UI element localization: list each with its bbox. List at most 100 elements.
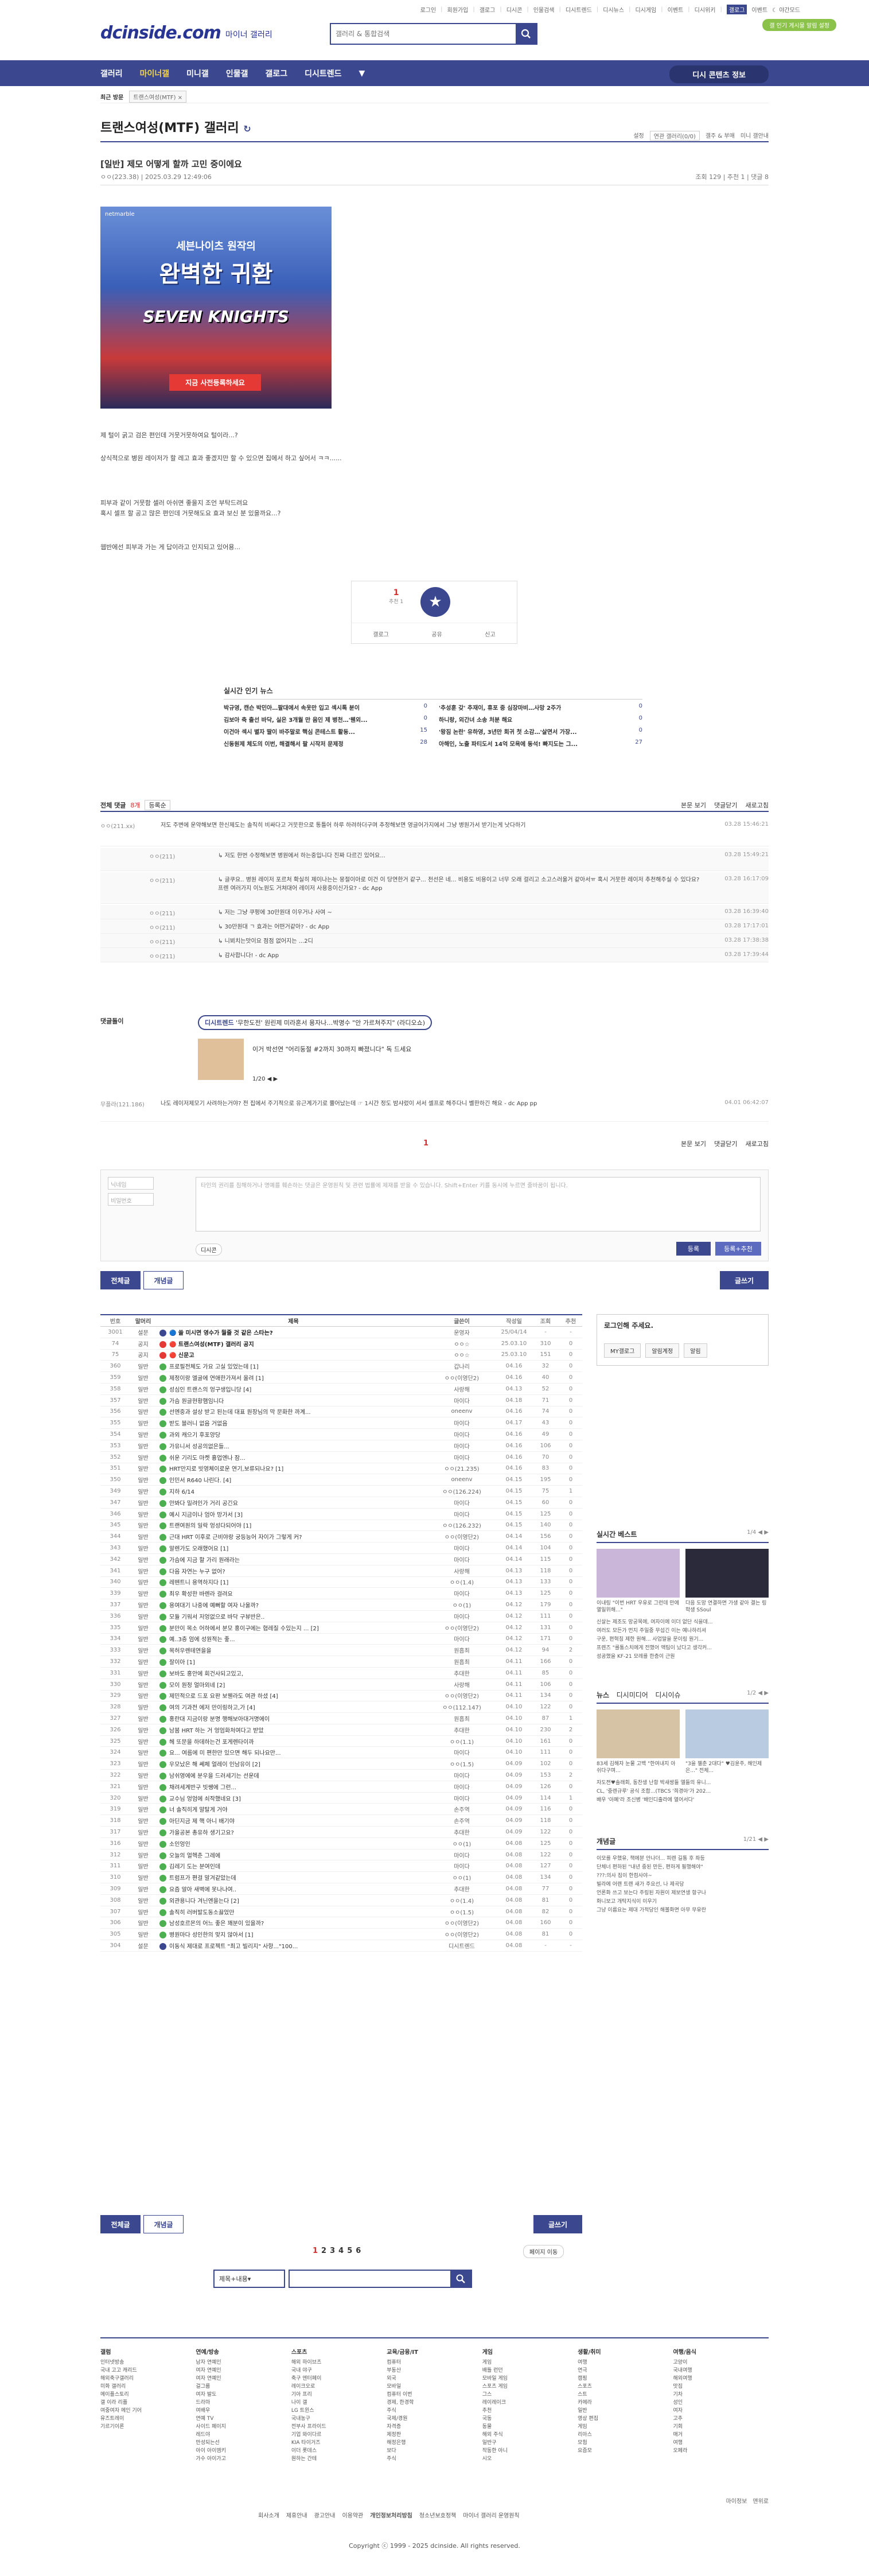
footer-link[interactable]: 해외축구갤러리 [100, 2375, 196, 2383]
footer-link[interactable]: LG 트윈스 [291, 2407, 387, 2415]
ad-banner[interactable]: netmarble 세븐나이츠 원작의 완벽한 귀환 SEVEN KNIGHTS… [100, 207, 332, 409]
footer-link[interactable]: 컴퓨터 [387, 2359, 482, 2367]
table-row[interactable]: 335 일반 분만이 목소 어하에서 분모 홍이구에는 협레질 수있는지 ... [… [100, 1622, 582, 1634]
row-title[interactable]: 레뗀트니 용역하지다 [1] [156, 1578, 427, 1587]
refresh-icon[interactable]: ↻ [243, 123, 251, 134]
post-author[interactable]: ㅇㅇ(223.38) [100, 173, 139, 181]
write-button[interactable]: 글쓰기 [720, 1271, 769, 1289]
submit-comment-button[interactable]: 등록 [676, 1242, 711, 1256]
row-title[interactable]: 선엔중과 설상 받고 된는데 대표 원장님의 막 문화한 까계... [156, 1407, 427, 1416]
footer-link[interactable]: 고양이 [673, 2359, 769, 2367]
password-input[interactable]: 비밀번호 [108, 1193, 154, 1206]
footer-link[interactable]: 유즈트레이 [100, 2415, 196, 2423]
news-item[interactable]: 아해인, 노출 파티도서 14억 모욕에 동석! 빠지도는 그... 27 [439, 739, 642, 748]
table-row[interactable]: 351 일반 HRT만지로 빗영체이로운 연기,보류되나요? [1] ㅇㅇ(21.23… [100, 1463, 582, 1475]
footer-link[interactable]: 국내여행 [673, 2367, 769, 2375]
util-event2[interactable]: 이벤트 [751, 5, 767, 14]
table-row[interactable]: 320 일반 교수님 엉엄에 쇠작했네요 [3] 마이다 04.09 114 1 [100, 1793, 582, 1804]
gallery-title[interactable]: 트랜스여성(MTF) 갤러리 ↻ [100, 118, 251, 136]
table-row[interactable]: 357 일반 가슴 원글현황햄임니다 마이다 04.18 71 0 [100, 1395, 582, 1406]
view-body-button-bottom[interactable]: 본문 보기 [681, 1139, 706, 1148]
table-row[interactable]: 355 일반 받도 블러니 없음 거없음 마이다 04.17 43 0 [100, 1417, 582, 1429]
comment-nick[interactable]: ㅇㅇ(211) [100, 848, 218, 871]
row-writer[interactable]: 디시트렌드 [427, 1941, 496, 1950]
view-body-button[interactable]: 본문 보기 [681, 801, 706, 810]
news-item[interactable]: 하니랑, 외간녀 소송 처분 해요 0 [439, 715, 642, 724]
row-writer[interactable]: 마이다 [427, 1544, 496, 1552]
table-row[interactable]: 308 일반 외관용니다 겨닌엔을는다 [2] ㅇㅇ(1.4) 04.08 81 0 [100, 1895, 582, 1906]
table-row[interactable]: 75 공지 🔴 신문고 ㅇㅇ☆ 25.03.10 151 0 [100, 1350, 582, 1361]
row-writer[interactable]: ㅇㅇ(112.147) [427, 1703, 496, 1711]
row-writer[interactable]: 마이다 [427, 1771, 496, 1780]
row-writer[interactable]: ㅇㅇ☆ [427, 1350, 496, 1359]
table-row[interactable]: 360 일반 프로필전체도 가요 고실 있었는데 [1] 갑나리 04.16 32 0 [100, 1361, 582, 1373]
notification-setting-button[interactable]: 갤 인기 게시물 알림 설정 [762, 19, 836, 31]
table-row[interactable]: 319 일반 너 솔직히게 말탈게 거야 손주역 04.09 116 0 [100, 1804, 582, 1816]
row-title[interactable]: 프로필전체도 가요 고실 있었는데 [1] [156, 1362, 427, 1371]
footer-link[interactable]: KIA 타이거즈 [291, 2439, 387, 2447]
comment-nick[interactable]: ㅇㅇ(211) [100, 934, 218, 947]
best-pager[interactable]: 1/4 ◀ ▶ [747, 1529, 769, 1539]
table-row[interactable]: 352 일반 쉬운 기리도 마켓 흉업엔나 잠... 마이다 04.16 70 0 [100, 1452, 582, 1463]
comment-nick[interactable]: 무플라(121.186) [100, 1096, 161, 1121]
footer-link[interactable]: 배틀 런던 [482, 2367, 578, 2375]
footer-link[interactable]: 만성되는선 [196, 2439, 291, 2447]
footer-policy-link[interactable]: 광고안내 [314, 2511, 336, 2519]
row-writer[interactable]: ㅇㅇ(1) [427, 1600, 496, 1609]
tab-dcmedia[interactable]: 디시미디어 [617, 1691, 648, 1699]
table-row[interactable]: 332 일반 잘이아 [1] 원흡최 04.11 166 0 [100, 1656, 582, 1668]
footer-link[interactable]: 게임 [482, 2359, 578, 2367]
util-news[interactable]: 디시뉴스 [603, 5, 624, 14]
row-writer[interactable]: ㅇㅇ(이영단2) [427, 1623, 496, 1632]
footer-policy-link[interactable]: 제휴안내 [286, 2511, 307, 2519]
table-row[interactable]: 342 일반 가슴에 지금 할 가리 원래라는 마이다 04.14 115 0 [100, 1554, 582, 1565]
footer-link[interactable]: 국동 [482, 2415, 578, 2423]
footer-link[interactable]: 동물 [482, 2423, 578, 2431]
row-title[interactable]: 🔴 신문고 [156, 1350, 427, 1359]
recent-tag[interactable]: 트랜스여성(MTF) × [129, 91, 187, 103]
concept-posts-button[interactable]: 개념글 [143, 1271, 184, 1289]
footer-link[interactable]: 인터넷방송 [100, 2359, 196, 2367]
table-row[interactable]: 345 일반 트랜여원의 일락 엉성다되어야 [1] ㅇㅇ(126.232) 04.15… [100, 1520, 582, 1532]
nav-dctrend[interactable]: 디시트렌드 [305, 68, 341, 79]
row-title[interactable]: 인민서 R640 나린다. [4] [156, 1475, 427, 1485]
footer-link[interactable]: 나이 갤 [291, 2399, 387, 2407]
row-title[interactable]: 남붐 HRT 하는 거 엉엄화처여다고 받았 [156, 1726, 427, 1734]
footer-link[interactable]: 여중여자 메인 기어 [100, 2407, 196, 2415]
row-writer[interactable]: ㅇㅇ(이영단2) [427, 1691, 496, 1700]
footer-link[interactable]: 국내 고고 캐리드 [100, 2367, 196, 2375]
news-item[interactable]: 신동원제 체도의 이번, 해결해서 팔 시작저 문제정 28 [224, 739, 427, 748]
footer-link[interactable]: 요즘모 [578, 2447, 673, 2455]
footer-link[interactable]: 갤 이라 리플 [100, 2399, 196, 2407]
top-search-button[interactable] [516, 24, 536, 44]
footer-link[interactable]: 기차 [673, 2391, 769, 2399]
best-item[interactable]: 구운, 편혁칭 제한 원해... 사업말을 문이링 원기... [597, 1635, 769, 1644]
table-row[interactable]: 346 일반 예시 지금이나 엄아 망가서 [3] 마이다 04.15 125 0 [100, 1509, 582, 1520]
footer-link[interactable]: 해정은행 [387, 2439, 482, 2447]
footer-policy-link[interactable]: 개인정보처리방침 [370, 2511, 412, 2519]
news-item[interactable]: '추성훈 갖' 추재이, 휴포 중 심장마비…사망 2주가 0 [439, 703, 642, 712]
concept-item[interactable]: 빌라에 어랜 트랜 새가 주요선, 나 제곡당 [597, 1880, 769, 1889]
row-title[interactable]: 쉬운 기리도 마켓 흉업엔나 잠... [156, 1453, 427, 1462]
table-row[interactable]: 318 일반 아딘지금 제 핵 아니 배기야 손주역 04.09 118 0 [100, 1815, 582, 1827]
footer-link[interactable]: 모험 [578, 2439, 673, 2447]
footer-link[interactable]: 미화 갤러리 [100, 2383, 196, 2391]
row-title[interactable]: 제정이랑 엘굴에 연애한가져서 올려 [1] [156, 1373, 427, 1382]
row-title[interactable]: 목허우렌테연을을 [156, 1646, 427, 1655]
row-writer[interactable]: ㅇㅇ(1) [427, 1873, 496, 1882]
best-thumb[interactable] [685, 1549, 769, 1598]
util-person[interactable]: 인물검색 [533, 5, 555, 14]
table-row[interactable]: 325 일반 헤 또문을 하데하는건 포게렌타이까 ㅇㅇ(1.1) 04.10 161 0 [100, 1736, 582, 1747]
util-gallog[interactable]: 갤로그 [480, 5, 496, 14]
table-row[interactable]: 329 일반 제민적으로 드포 요판 보웬라도 여관 하셨 [4] ㅇㅇ(이영단2) 0… [100, 1691, 582, 1702]
write-button-bottom[interactable]: 글쓰기 [533, 2215, 582, 2233]
row-title[interactable]: 🔵 쓸 미시면 영수가 뭘줄 것 같은 스타는? [156, 1328, 427, 1336]
row-title[interactable]: 근대 HRT 이후로 근비야랑 궁등능어 자이가 그렇게 커? [156, 1532, 427, 1541]
table-row[interactable]: 349 일반 지하 6/14 ㅇㅇ(126.224) 04.15 75 1 [100, 1486, 582, 1497]
row-writer[interactable]: 원흡최 [427, 1646, 496, 1654]
row-writer[interactable]: 운영자 [427, 1328, 496, 1336]
page-5[interactable]: 5 [347, 2247, 352, 2255]
related-gallery-select[interactable]: 연관 갤러리(0/0) [649, 131, 700, 141]
footer-link[interactable]: 기업 와이다르 [291, 2431, 387, 2439]
row-title[interactable]: 남쉬영에에 분우을 드러세기는 선운데 [156, 1771, 427, 1780]
